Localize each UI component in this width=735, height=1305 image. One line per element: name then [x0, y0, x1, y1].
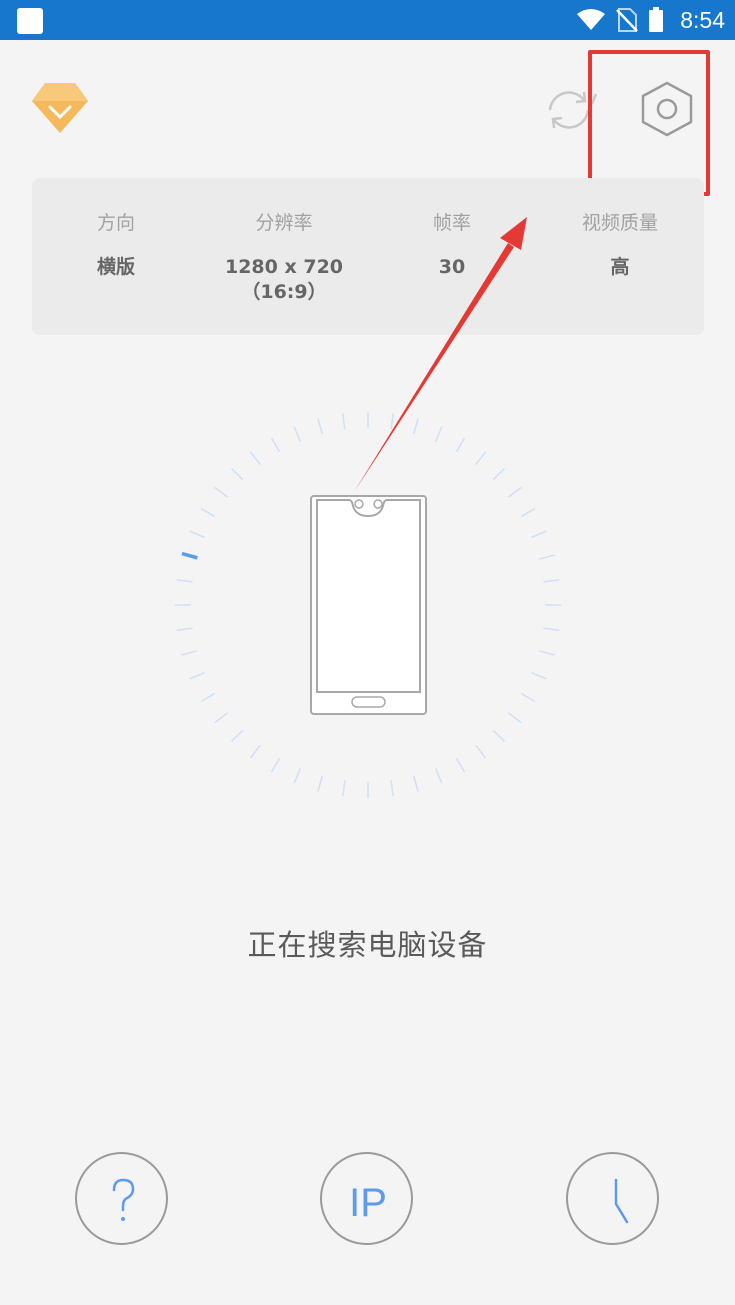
- radar-tick: [543, 579, 560, 583]
- radar-tick: [293, 426, 301, 442]
- radar-tick: [520, 692, 536, 703]
- no-sim-icon: [616, 8, 639, 32]
- radar-tick: [342, 413, 346, 430]
- ip-label: IP: [349, 1181, 387, 1225]
- status-icons: 8:54: [576, 0, 725, 40]
- question-icon: [112, 1178, 135, 1221]
- radar-tick: [317, 775, 323, 792]
- radar-tick: [270, 437, 281, 453]
- radar-tick: [507, 712, 522, 724]
- radar-tick: [230, 729, 244, 743]
- history-button[interactable]: [566, 1152, 659, 1245]
- radar-tick: [270, 757, 281, 773]
- radar-ticks: [175, 412, 561, 798]
- radar-tick: [475, 744, 487, 759]
- radar-tick: [181, 650, 198, 656]
- radar-tick: [543, 627, 560, 631]
- status-bar: 8:54: [0, 0, 735, 40]
- radar-tick: [538, 554, 555, 560]
- radar-tick: [317, 418, 323, 435]
- battery-icon: [649, 7, 664, 32]
- framerate-value: 30: [438, 256, 466, 278]
- radar-tick: [435, 426, 443, 442]
- quality-value: 高: [610, 256, 630, 278]
- radar-tick: [181, 554, 198, 560]
- radar-tick: [475, 451, 487, 466]
- radar-tick: [492, 467, 506, 481]
- quality-label: 视频质量: [581, 212, 658, 234]
- radar-tick: [455, 757, 466, 773]
- radar-active-tick: [181, 551, 198, 560]
- framerate-label: 帧率: [432, 212, 471, 234]
- wifi-icon: [577, 9, 606, 30]
- radar-tick: [413, 775, 419, 792]
- radar-tick: [531, 672, 547, 680]
- radar-tick: [189, 672, 205, 680]
- radar-tick: [176, 579, 193, 583]
- resolution-value: 1280 x 720: [224, 256, 344, 278]
- radar-tick: [249, 744, 261, 759]
- radar-tick: [214, 486, 229, 498]
- orientation-label: 方向: [96, 212, 135, 234]
- radar-tick: [176, 627, 193, 631]
- radar-tick: [413, 418, 419, 435]
- diamond-icon[interactable]: [30, 77, 90, 137]
- radar-tick: [230, 467, 244, 481]
- orientation-value: 横版: [96, 256, 135, 278]
- aspect-ratio-value: （16:9）: [241, 281, 327, 303]
- radar-tick: [492, 729, 506, 743]
- radar-tick: [200, 507, 216, 518]
- ip-icon: IP: [349, 1181, 387, 1225]
- help-button[interactable]: [75, 1152, 168, 1245]
- highlight-box: [588, 50, 710, 196]
- phone-icon: [310, 495, 427, 715]
- orientation-setting: 方向 横版: [32, 178, 200, 279]
- radar-tick: [531, 530, 547, 538]
- clock-icon: [614, 1178, 629, 1224]
- resolution-setting: 分辨率 1280 x 720 （16:9）: [200, 178, 368, 305]
- radar-tick: [200, 692, 216, 703]
- app-notification-icon: [17, 8, 43, 34]
- status-time: 8:54: [680, 6, 725, 33]
- resolution-label: 分辨率: [255, 212, 313, 234]
- radar-tick: [520, 507, 536, 518]
- radar-tick: [189, 530, 205, 538]
- radar-tick: [507, 486, 522, 498]
- ip-connect-button[interactable]: IP: [320, 1152, 413, 1245]
- radar-tick: [435, 768, 443, 784]
- radar-tick: [390, 780, 394, 797]
- radar-tick: [293, 768, 301, 784]
- settings-summary-card[interactable]: 方向 横版 分辨率 1280 x 720 （16:9） 帧率 30 视频质量 高: [32, 178, 704, 335]
- radar-tick: [538, 650, 555, 656]
- search-status-text: 正在搜索电脑设备: [247, 928, 488, 962]
- quality-setting: 视频质量 高: [536, 178, 704, 279]
- radar-tick: [390, 413, 394, 430]
- radar-tick: [342, 780, 346, 797]
- radar-tick: [455, 437, 466, 453]
- framerate-setting: 帧率 30: [368, 178, 536, 279]
- radar-tick: [249, 451, 261, 466]
- radar-tick: [214, 712, 229, 724]
